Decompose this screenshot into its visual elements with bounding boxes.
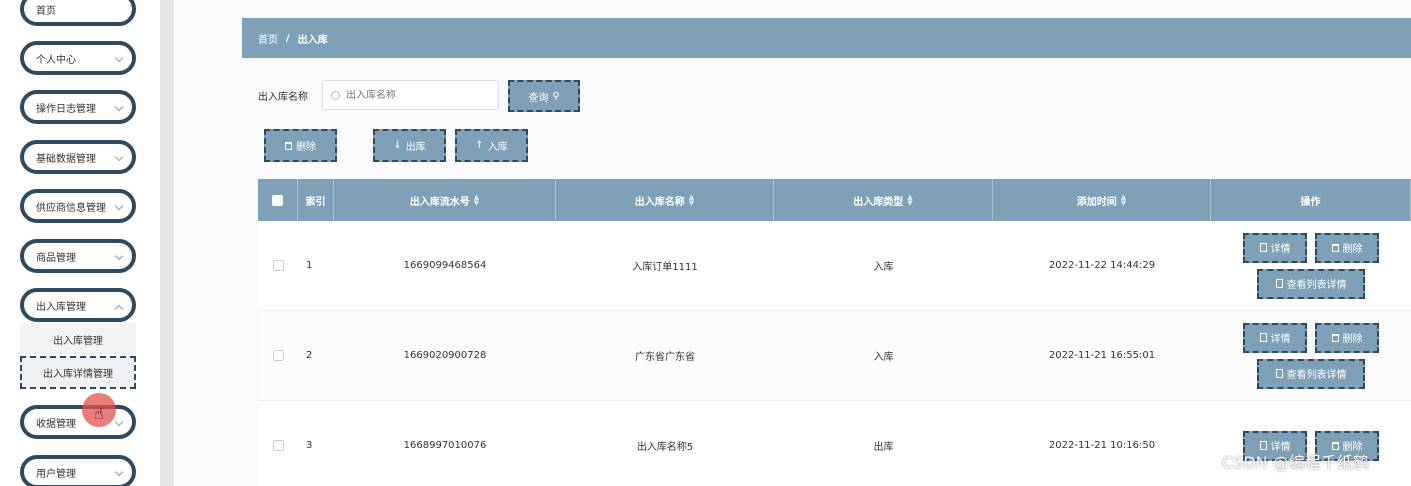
cell-type: 入库 bbox=[873, 352, 894, 363]
breadcrumb-current: 出入库 bbox=[297, 34, 328, 46]
chevron-down-icon bbox=[114, 53, 124, 63]
row-delete-button[interactable]: 删除 bbox=[1315, 232, 1379, 263]
menu-goods[interactable]: 商品管理 bbox=[20, 239, 136, 273]
menu-receipt[interactable]: 收据管理 bbox=[20, 405, 136, 439]
breadcrumb: 首页 / 出入库 bbox=[242, 18, 1411, 58]
cell-name: 出入库名称5 bbox=[636, 442, 694, 453]
trash-icon bbox=[285, 141, 292, 150]
chevron-down-icon bbox=[114, 152, 124, 162]
menu-personal-center[interactable]: 个人中心 bbox=[20, 41, 136, 75]
arrow-down-icon: ↓ bbox=[393, 140, 402, 151]
cell-time: 2022-11-21 16:55:01 bbox=[1048, 350, 1156, 361]
search-input-wrapper[interactable] bbox=[322, 80, 499, 110]
breadcrumb-home[interactable]: 首页 bbox=[258, 31, 278, 46]
cell-actions: 详情 删除 查看列表详情 bbox=[1211, 311, 1411, 400]
menu-user[interactable]: 用户管理 bbox=[20, 455, 136, 486]
submenu-stock-manage[interactable]: 出入库管理 bbox=[20, 323, 136, 355]
row-delete-button[interactable]: 删除 bbox=[1315, 322, 1379, 353]
document-icon bbox=[1275, 369, 1283, 378]
delete-button[interactable]: 删除 bbox=[264, 129, 337, 162]
header-name[interactable]: 出入库名称 ▲ ▼ bbox=[556, 179, 774, 221]
sidebar: 首页 个人中心 操作日志管理 基础数据管理 供应商信息管理 商品管理 出入库管理… bbox=[0, 0, 160, 486]
chevron-down-icon bbox=[114, 102, 124, 112]
document-icon bbox=[1259, 333, 1267, 342]
document-icon bbox=[1259, 243, 1267, 252]
menu-supplier[interactable]: 供应商信息管理 bbox=[20, 189, 136, 223]
row-select bbox=[258, 221, 298, 310]
row-checkbox[interactable] bbox=[272, 440, 284, 451]
chevron-down-icon bbox=[114, 467, 124, 477]
cell-index: 3 bbox=[306, 440, 313, 451]
cell-name: 广东省广东省 bbox=[635, 352, 695, 363]
cell-type: 入库 bbox=[873, 262, 894, 273]
cell-type: 出库 bbox=[873, 442, 894, 453]
query-button[interactable]: 查询 ⚲ bbox=[508, 80, 580, 112]
search-label: 出入库名称 bbox=[258, 92, 308, 103]
table-header: 索引 出入库流水号 ▲ ▼ 出入库名称 ▲ ▼ 出入库类型 ▲ ▼ 添加时间 ▲ ▼ 操作 bbox=[258, 179, 1411, 221]
cell-index: 1 bbox=[306, 260, 313, 271]
row-checkbox[interactable] bbox=[272, 260, 284, 271]
trash-icon bbox=[1331, 243, 1339, 252]
cell-serial: 1669020900728 bbox=[403, 350, 487, 361]
sort-icon[interactable]: ▲ ▼ bbox=[689, 194, 694, 207]
trash-icon bbox=[1331, 333, 1339, 342]
detail-button[interactable]: 详情 bbox=[1243, 322, 1307, 353]
menu-basic-data[interactable]: 基础数据管理 bbox=[20, 140, 136, 174]
row-select bbox=[258, 401, 298, 486]
stock-out-button[interactable]: ↓ 出库 bbox=[373, 129, 446, 162]
sort-icon[interactable]: ▲ ▼ bbox=[474, 194, 479, 207]
menu-stock[interactable]: 出入库管理 bbox=[20, 288, 136, 322]
cell-name: 入库订单1111 bbox=[632, 262, 698, 273]
search-input[interactable] bbox=[346, 89, 486, 101]
search-icon bbox=[331, 90, 340, 100]
table-row: 1 1669099468564 入库订单1111 入库 2022-11-22 1… bbox=[258, 221, 1411, 311]
row-checkbox[interactable] bbox=[272, 350, 284, 361]
chevron-down-icon bbox=[114, 251, 124, 261]
menu-operation-log[interactable]: 操作日志管理 bbox=[20, 90, 136, 124]
chevron-down-icon bbox=[114, 417, 124, 427]
menu-home[interactable]: 首页 bbox=[20, 0, 136, 26]
sidebar-divider bbox=[160, 0, 174, 486]
arrow-up-icon: ↑ bbox=[475, 140, 484, 151]
submenu-stock-detail[interactable]: 出入库详情管理 bbox=[20, 356, 136, 389]
list-detail-button[interactable]: 查看列表详情 bbox=[1257, 268, 1365, 299]
header-time[interactable]: 添加时间 ▲ ▼ bbox=[993, 179, 1211, 221]
cell-actions: 详情 删除 bbox=[1211, 401, 1411, 486]
header-index: 索引 bbox=[298, 179, 334, 221]
sort-icon[interactable]: ▲ ▼ bbox=[1121, 194, 1126, 207]
chevron-down-icon bbox=[114, 201, 124, 211]
header-serial[interactable]: 出入库流水号 ▲ ▼ bbox=[334, 179, 556, 221]
cell-serial: 1668997010076 bbox=[403, 440, 487, 451]
table-row: 2 1669020900728 广东省广东省 入库 2022-11-21 16:… bbox=[258, 311, 1411, 401]
header-select-all[interactable] bbox=[258, 179, 298, 221]
select-all-checkbox[interactable] bbox=[272, 194, 283, 206]
watermark: CSDN @编程千纸鹤 bbox=[1222, 453, 1369, 472]
cell-index: 2 bbox=[306, 350, 313, 361]
breadcrumb-separator: / bbox=[286, 32, 290, 44]
cell-time: 2022-11-22 14:44:29 bbox=[1048, 260, 1156, 271]
detail-button[interactable]: 详情 bbox=[1243, 232, 1307, 263]
header-type[interactable]: 出入库类型 ▲ ▼ bbox=[774, 179, 993, 221]
document-icon bbox=[1275, 279, 1283, 288]
header-actions: 操作 bbox=[1211, 179, 1411, 221]
hand-cursor-icon: ☝ bbox=[94, 404, 104, 423]
cell-actions: 详情 删除 查看列表详情 bbox=[1211, 221, 1411, 310]
cell-serial: 1669099468564 bbox=[403, 260, 487, 271]
stock-table: 索引 出入库流水号 ▲ ▼ 出入库名称 ▲ ▼ 出入库类型 ▲ ▼ 添加时间 ▲ ▼ 操作 1 … bbox=[258, 179, 1411, 486]
chevron-down-icon bbox=[114, 304, 124, 314]
list-detail-button[interactable]: 查看列表详情 bbox=[1257, 358, 1365, 389]
stock-in-button[interactable]: ↑ 入库 bbox=[455, 129, 528, 162]
search-icon: ⚲ bbox=[552, 90, 560, 102]
row-select bbox=[258, 311, 298, 400]
table-row: 3 1668997010076 出入库名称5 出库 2022-11-21 10:… bbox=[258, 401, 1411, 486]
cell-time: 2022-11-21 10:16:50 bbox=[1048, 440, 1156, 451]
sort-icon[interactable]: ▲ ▼ bbox=[907, 194, 912, 207]
